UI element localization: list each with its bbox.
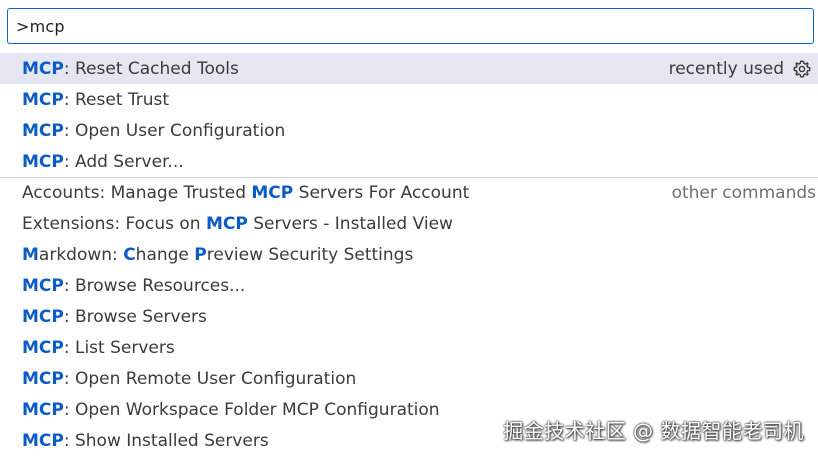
command-label: MCP: List Servers	[22, 338, 175, 358]
match-highlight: MCP	[22, 58, 64, 79]
match-highlight: M	[22, 244, 39, 265]
command-label-text: Extensions: Focus on	[22, 213, 206, 234]
match-highlight: MCP	[22, 151, 64, 172]
command-label-text: Accounts: Manage Trusted	[22, 183, 252, 203]
match-highlight: C	[123, 244, 136, 265]
match-highlight: P	[194, 244, 207, 265]
command-item[interactable]: Extensions: Focus on MCP Servers - Insta…	[0, 208, 818, 239]
command-item[interactable]: MCP: Reset Trust	[0, 84, 818, 115]
command-item[interactable]: Accounts: Manage Trusted MCP Servers For…	[0, 177, 818, 208]
command-label-text: Servers For Account	[293, 183, 470, 203]
command-label-text: : Open Remote User Configuration	[63, 368, 357, 389]
gear-icon[interactable]	[791, 58, 813, 80]
command-label: MCP: Reset Trust	[22, 90, 169, 110]
command-label-text: : Reset Trust	[63, 89, 170, 110]
command-label-text: : List Servers	[63, 337, 175, 358]
match-highlight: MCP	[251, 183, 294, 203]
command-palette-search-box[interactable]	[7, 8, 814, 44]
command-label-text: hange	[135, 244, 195, 265]
command-label: MCP: Add Server...	[22, 152, 184, 172]
watermark: 掘金技术社区 @ 数据智能老司机	[503, 419, 804, 443]
command-palette-input[interactable]	[8, 9, 813, 43]
command-label: MCP: Open Workspace Folder MCP Configura…	[22, 400, 440, 420]
match-highlight: MCP	[22, 306, 64, 327]
match-highlight: MCP	[22, 89, 64, 110]
other-commands-label: other commands	[671, 183, 816, 203]
command-item[interactable]: MCP: Open User Configuration	[0, 115, 818, 146]
match-highlight: MCP	[22, 399, 64, 420]
command-label-text: : Open Workspace Folder MCP Configuratio…	[63, 399, 440, 420]
command-item[interactable]: Markdown: Change Preview Security Settin…	[0, 239, 818, 270]
command-label: MCP: Show Installed Servers	[22, 431, 269, 451]
command-list: MCP: Reset Cached Tools recently used MCP:…	[0, 53, 818, 456]
command-label-text: : Browse Servers	[63, 306, 207, 327]
recently-used-label: recently used	[668, 58, 784, 79]
command-item[interactable]: MCP: Add Server...	[0, 146, 818, 177]
command-label-text: arkdown:	[38, 244, 124, 265]
command-item[interactable]: MCP: Browse Resources...	[0, 270, 818, 301]
match-highlight: MCP	[22, 368, 64, 389]
command-item[interactable]: MCP: List Servers	[0, 332, 818, 363]
command-label: MCP: Open Remote User Configuration	[22, 369, 356, 389]
command-label: Accounts: Manage Trusted MCP Servers For…	[22, 183, 469, 203]
command-label: MCP: Open User Configuration	[22, 121, 285, 141]
command-label-text: : Add Server...	[63, 151, 184, 172]
command-label: Markdown: Change Preview Security Settin…	[22, 245, 413, 265]
command-item[interactable]: MCP: Open Remote User Configuration	[0, 363, 818, 394]
match-highlight: MCP	[205, 213, 248, 234]
command-label-text: : Reset Cached Tools	[63, 58, 239, 79]
command-item[interactable]: MCP: Browse Servers	[0, 301, 818, 332]
command-item[interactable]: MCP: Reset Cached Tools recently used	[0, 53, 818, 84]
match-highlight: MCP	[22, 430, 64, 451]
command-label-text: review Security Settings	[206, 244, 414, 265]
command-label: MCP: Browse Servers	[22, 307, 207, 327]
match-highlight: MCP	[22, 120, 64, 141]
command-label: MCP: Browse Resources...	[22, 276, 245, 296]
command-label-text: : Show Installed Servers	[63, 430, 269, 451]
command-label-text: : Open User Configuration	[63, 120, 286, 141]
match-highlight: MCP	[22, 275, 64, 296]
command-label-text: : Browse Resources...	[63, 275, 246, 296]
command-label: Extensions: Focus on MCP Servers - Insta…	[22, 214, 453, 234]
command-label: MCP: Reset Cached Tools	[22, 59, 239, 79]
match-highlight: MCP	[22, 337, 64, 358]
command-label-text: Servers - Installed View	[247, 213, 453, 234]
